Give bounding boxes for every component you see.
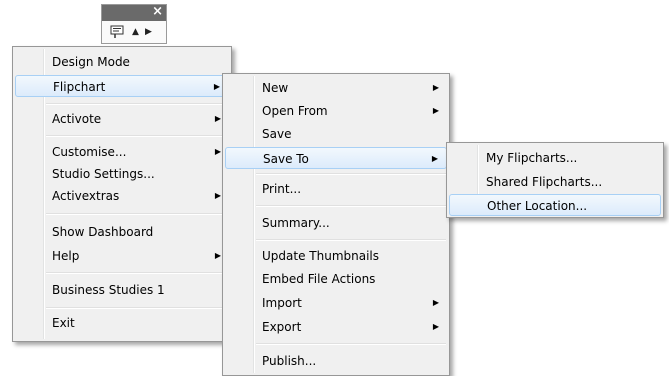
menu-separator [256,173,446,175]
chevron-right-icon: ▶ [214,147,221,156]
menu-item-my-flipcharts[interactable]: My Flipcharts... [449,147,661,169]
screen: × ▲ ▶ Design Mode Flipchart ▶ Activote ▶… [0,0,669,376]
menu-item-embed-file-actions[interactable]: Embed File Actions [225,268,447,290]
menu-item-open-from[interactable]: Open From ▶ [225,100,447,122]
menu-item-update-thumbnails[interactable]: Update Thumbnails [225,245,447,267]
menu-item-flipchart[interactable]: Flipchart ▶ [15,75,229,97]
menu-item-activote[interactable]: Activote ▶ [15,108,229,130]
menu-item-business-studies-1[interactable]: Business Studies 1 [15,279,229,301]
menu-item-save-to[interactable]: Save To ▶ [225,147,447,169]
menu-item-export[interactable]: Export ▶ [225,316,447,338]
chevron-right-icon: ▶ [214,114,221,123]
chevron-right-icon: ▶ [213,82,220,91]
menu-separator [256,343,446,345]
flipchart-page-icon[interactable] [110,25,124,39]
flipchart-submenu: New ▶ Open From ▶ Save Save To ▶ Print..… [222,73,450,376]
menu-item-customise[interactable]: Customise... ▶ [15,141,229,163]
chevron-right-icon: ▶ [214,251,221,260]
menu-separator [256,205,446,207]
chevron-right-icon: ▶ [432,322,439,331]
chevron-right-icon: ▶ [214,191,221,200]
menu-separator [256,239,446,241]
menu-item-summary[interactable]: Summary... [225,212,447,234]
menu-item-shared-flipcharts[interactable]: Shared Flipcharts... [449,171,661,193]
chevron-right-icon: ▶ [431,154,438,163]
menu-separator [46,213,228,215]
chevron-right-icon: ▶ [432,298,439,307]
menu-item-other-location[interactable]: Other Location... [449,194,661,216]
right-arrow-icon[interactable]: ▶ [145,27,152,37]
close-icon[interactable]: × [152,4,163,20]
toolbox-title-bar[interactable]: × [102,4,166,21]
menu-item-help[interactable]: Help ▶ [15,245,229,267]
menu-item-studio-settings[interactable]: Studio Settings... [15,163,229,185]
menu-item-print[interactable]: Print... [225,178,447,200]
mini-toolbox[interactable]: × ▲ ▶ [101,4,167,44]
menu-separator [46,135,228,137]
chevron-right-icon: ▶ [432,106,439,115]
menu-separator [46,307,228,309]
menu-item-save[interactable]: Save [225,123,447,145]
menu-separator [46,103,228,105]
menu-item-import[interactable]: Import ▶ [225,292,447,314]
menu-item-new[interactable]: New ▶ [225,77,447,99]
save-to-submenu: My Flipcharts... Shared Flipcharts... Ot… [446,142,664,218]
menu-item-exit[interactable]: Exit [15,312,229,334]
menu-item-publish[interactable]: Publish... [225,350,447,372]
chevron-right-icon: ▶ [432,83,439,92]
up-arrow-icon[interactable]: ▲ [132,27,139,37]
menu-item-design-mode[interactable]: Design Mode [15,51,229,73]
main-menu: Design Mode Flipchart ▶ Activote ▶ Custo… [12,46,232,342]
menu-item-activextras[interactable]: Activextras ▶ [15,185,229,207]
menu-separator [46,272,228,274]
menu-item-show-dashboard[interactable]: Show Dashboard [15,221,229,243]
